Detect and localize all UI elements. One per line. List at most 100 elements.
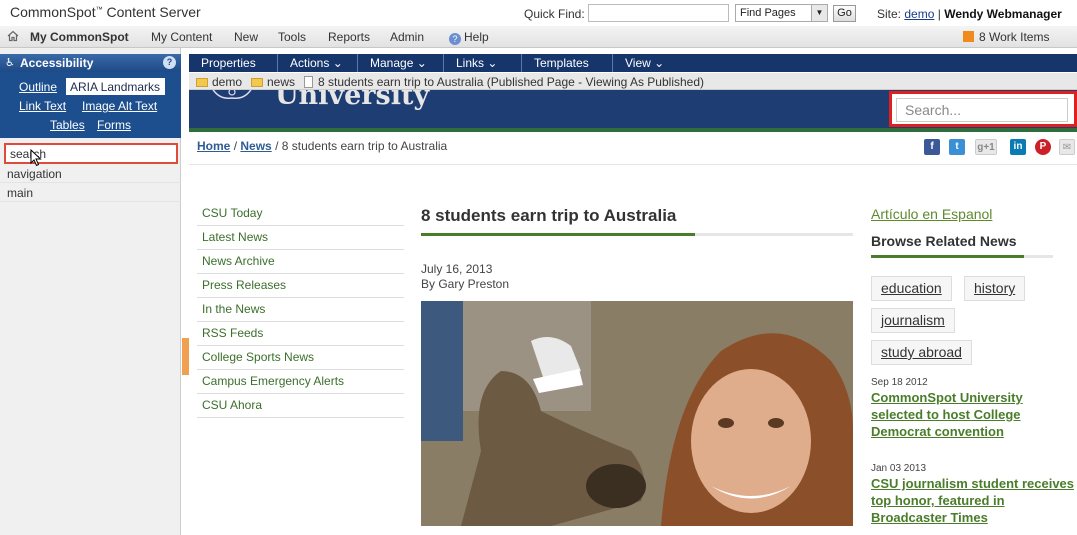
- nav-item[interactable]: CSU Ahora: [197, 394, 404, 418]
- path-page: 8 students earn trip to Australia (Publi…: [304, 75, 704, 89]
- nav-item[interactable]: Latest News: [197, 226, 404, 250]
- university-wordmark: University: [275, 90, 430, 111]
- landmark-navigation[interactable]: navigation: [0, 164, 181, 183]
- path-folder-demo[interactable]: demo: [196, 75, 242, 89]
- google-plus-icon[interactable]: g+1: [975, 139, 997, 155]
- content-divider: [189, 164, 1077, 165]
- site-info: Site: demo | Wendy Webmanager: [877, 7, 1062, 21]
- tag-journalism[interactable]: journalism: [871, 308, 955, 333]
- nav-item[interactable]: RSS Feeds: [197, 322, 404, 346]
- tab-image-alt-text[interactable]: Image Alt Text: [82, 99, 157, 113]
- breadcrumb-separator: /: [233, 139, 238, 153]
- quick-find-label: Quick Find:: [524, 7, 585, 21]
- accessibility-header: ♿ Accessibility ?: [0, 54, 181, 72]
- folder-label: demo: [212, 75, 243, 89]
- page-icon: [304, 76, 313, 88]
- linkedin-icon[interactable]: in: [1010, 139, 1026, 155]
- nav-item[interactable]: College Sports News: [197, 346, 404, 370]
- menu-admin[interactable]: Admin: [390, 30, 424, 44]
- page-menu-label: Links: [456, 56, 485, 70]
- site-link[interactable]: demo: [904, 7, 934, 21]
- section-nav: CSU Today Latest News News Archive Press…: [197, 202, 404, 418]
- nav-item[interactable]: Press Releases: [197, 274, 404, 298]
- tab-forms[interactable]: Forms: [97, 118, 131, 132]
- folder-icon: [251, 78, 263, 87]
- article-title-rule: [421, 233, 853, 236]
- menu-reports[interactable]: Reports: [328, 30, 370, 44]
- brand-tm: ™: [95, 6, 103, 14]
- related-article-link[interactable]: CommonSpot University selected to host C…: [871, 389, 1076, 440]
- site-search-input[interactable]: Search...: [896, 98, 1068, 122]
- nav-item[interactable]: CSU Today: [197, 202, 404, 226]
- page-menu-label: Manage: [370, 56, 414, 70]
- breadcrumb-news[interactable]: News: [240, 139, 271, 153]
- tag-study-abroad[interactable]: study abroad: [871, 340, 972, 365]
- article-photo: [421, 301, 853, 526]
- help-icon[interactable]: ?: [163, 56, 176, 69]
- tab-outline[interactable]: Outline: [19, 80, 57, 94]
- site-label: Site:: [877, 7, 902, 21]
- tag-history[interactable]: history: [964, 276, 1026, 301]
- site-separator: |: [937, 7, 941, 21]
- espanol-link[interactable]: Artículo en Espanol: [871, 206, 992, 222]
- main-menubar: My CommonSpot My Content New Tools Repor…: [0, 26, 1077, 48]
- university-crest-icon: [212, 90, 252, 100]
- menu-help[interactable]: ? Help: [449, 30, 489, 45]
- help-icon: ?: [449, 33, 461, 45]
- folder-label: news: [267, 75, 296, 89]
- page-status-label: 8 students earn trip to Australia (Publi…: [318, 75, 705, 89]
- page-preview: Properties ⌄ Actions ⌄ Manage ⌄ Links ⌄ …: [189, 54, 1077, 535]
- tag-education[interactable]: education: [871, 276, 952, 301]
- tab-aria-landmarks[interactable]: ARIA Landmarks: [66, 78, 165, 95]
- article-byline: By Gary Preston: [421, 277, 510, 291]
- related-date: Sep 18 2012: [871, 377, 928, 388]
- work-items-button[interactable]: 8 Work Items: [963, 30, 1049, 44]
- twitter-icon[interactable]: t: [949, 139, 965, 155]
- accessibility-icon: ♿: [5, 57, 15, 69]
- brand-suffix: Content Server: [102, 4, 201, 20]
- nav-item[interactable]: In the News: [197, 298, 404, 322]
- menu-my-commonspot[interactable]: My CommonSpot: [30, 30, 129, 44]
- related-article-link[interactable]: CSU journalism student receives top hono…: [871, 475, 1076, 526]
- article-date: July 16, 2013: [421, 262, 493, 276]
- accessibility-title: Accessibility: [20, 56, 94, 70]
- home-icon[interactable]: [7, 30, 19, 42]
- page-menu-templates[interactable]: Templates ⌄: [522, 54, 613, 84]
- breadcrumb: Home / News / 8 students earn trip to Au…: [197, 139, 447, 153]
- pinterest-icon[interactable]: P: [1035, 139, 1051, 155]
- page-menu: Properties ⌄ Actions ⌄ Manage ⌄ Links ⌄ …: [189, 54, 1077, 84]
- panel-collapse-handle[interactable]: [182, 338, 189, 375]
- page-path-bar: demo news 8 students earn trip to Austra…: [189, 73, 1077, 90]
- tab-link-text[interactable]: Link Text: [19, 99, 66, 113]
- email-icon[interactable]: ✉: [1059, 139, 1075, 155]
- breadcrumb-home[interactable]: Home: [197, 139, 230, 153]
- go-button[interactable]: Go: [833, 5, 856, 22]
- browse-heading-rule: [871, 255, 1053, 258]
- quick-find-input[interactable]: [588, 4, 729, 22]
- page-menu-label: Actions: [290, 56, 330, 70]
- menu-new[interactable]: New: [234, 30, 258, 44]
- facebook-icon[interactable]: f: [924, 139, 940, 155]
- nav-item[interactable]: Campus Emergency Alerts: [197, 370, 404, 394]
- find-type-select[interactable]: Find Pages ▼: [735, 4, 828, 22]
- landmark-main[interactable]: main: [0, 183, 181, 202]
- page-menu-links[interactable]: Links ⌄: [444, 54, 522, 72]
- find-type-value: Find Pages: [740, 7, 796, 19]
- tab-tables[interactable]: Tables: [50, 118, 85, 132]
- nav-item[interactable]: News Archive: [197, 250, 404, 274]
- path-folder-news[interactable]: news: [251, 75, 295, 89]
- menu-tools[interactable]: Tools: [278, 30, 306, 44]
- menu-my-content[interactable]: My Content: [151, 30, 212, 44]
- accessibility-panel: ♿ Accessibility ? Outline ARIA Landmarks…: [0, 48, 181, 535]
- page-menu-view[interactable]: View ⌄: [613, 54, 690, 72]
- browse-related-heading: Browse Related News: [871, 233, 1017, 249]
- chevron-down-icon: ▼: [811, 5, 827, 21]
- page-menu-label: Templates: [534, 56, 589, 70]
- page-menu-properties[interactable]: Properties ⌄: [189, 54, 278, 84]
- page-menu-actions[interactable]: Actions ⌄: [278, 54, 358, 72]
- page-menu-manage[interactable]: Manage ⌄: [358, 54, 444, 72]
- folder-icon: [196, 78, 208, 87]
- breadcrumb-current: 8 students earn trip to Australia: [281, 139, 448, 153]
- mouse-cursor-icon: [30, 149, 42, 167]
- related-date: Jan 03 2013: [871, 463, 927, 474]
